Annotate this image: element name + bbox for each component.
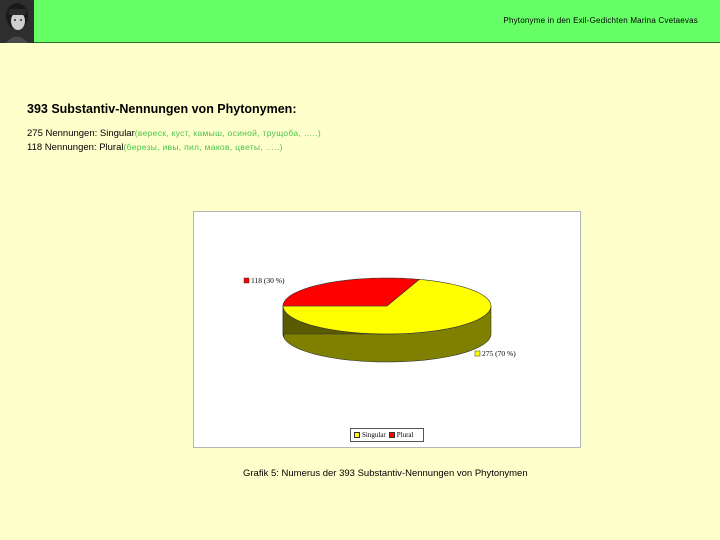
- header-title: Phytonyme in den Exil-Gedichten Marina C…: [503, 16, 698, 25]
- singular-examples: (вереск, куст, камыш, осиной, трущоба, ……: [134, 128, 322, 138]
- pie-chart: 275 (70 %) 118 (30 %): [193, 211, 581, 448]
- header-bar: Phytonyme in den Exil-Gedichten Marina C…: [0, 0, 720, 43]
- legend-label-singular: Singular: [362, 431, 386, 439]
- legend-label-plural: Plural: [396, 431, 414, 439]
- chart-legend: Singular Plural: [350, 428, 424, 442]
- legend-item-plural: Plural: [388, 431, 414, 439]
- figure-caption: Grafik 5: Numerus der 393 Substantiv-Nen…: [243, 468, 528, 479]
- pie-chart-svg: 275 (70 %) 118 (30 %): [243, 276, 516, 363]
- legend-item-singular: Singular: [354, 431, 386, 439]
- data-label-plural-swatch: [243, 277, 250, 284]
- legend-swatch-singular: [354, 432, 360, 438]
- data-label-singular: 275 (70 %): [482, 349, 516, 358]
- singular-count-text: 275 Nennungen: Singular: [27, 128, 135, 139]
- legend-swatch-plural: [388, 432, 395, 438]
- portrait-image: [0, 0, 34, 43]
- plural-count-text: 118 Nennungen: Plural: [27, 142, 124, 153]
- plural-examples: (березы, ивы, пил, маков, цветы, …..): [123, 142, 283, 152]
- singular-line: 275 Nennungen: Singular(вереск, куст, ка…: [27, 128, 321, 139]
- data-label-plural: 118 (30 %): [251, 276, 285, 285]
- data-label-singular-swatch: [474, 350, 481, 357]
- plural-line: 118 Nennungen: Plural(березы, ивы, пил, …: [27, 142, 283, 153]
- section-heading: 393 Substantiv-Nennungen von Phytonymen:: [27, 102, 297, 116]
